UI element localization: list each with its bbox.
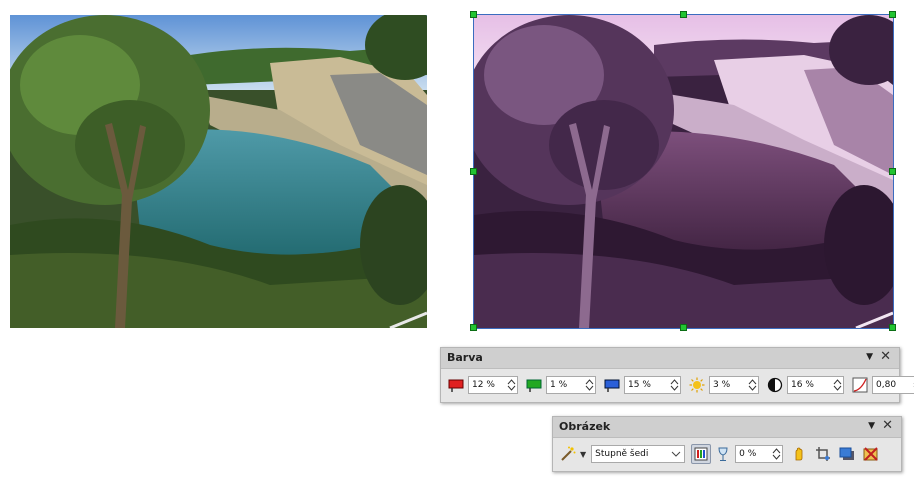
image-toolbar: Obrázek ▼ ✕ ▼ Stupně šedi 0 % <box>552 416 902 472</box>
toolbar-menu-icon[interactable]: ▼ <box>866 352 873 362</box>
filter-wand-icon[interactable] <box>559 445 577 463</box>
spin-arrows-icon[interactable] <box>771 446 782 462</box>
blue-input[interactable]: 15 % <box>624 376 681 394</box>
close-icon[interactable]: ✕ <box>880 350 891 364</box>
contrast-icon <box>766 376 784 394</box>
graphics-mode-select[interactable]: Stupně šedi <box>591 445 686 463</box>
brightness-icon <box>688 376 706 394</box>
crop-icon[interactable] <box>814 445 832 463</box>
spin-arrows-icon[interactable] <box>669 377 680 393</box>
resize-handle-top[interactable] <box>680 11 687 18</box>
color-toolbar-titlebar[interactable]: Barva ▼ ✕ <box>441 348 899 369</box>
chevron-down-icon[interactable] <box>668 451 684 457</box>
resize-handle-bottom-left[interactable] <box>470 324 477 331</box>
image-toolbar-title: Obrázek <box>559 420 611 433</box>
reset-image-icon[interactable] <box>862 445 880 463</box>
color-toolbar-title: Barva <box>447 351 483 364</box>
spin-arrows-icon[interactable] <box>506 377 517 393</box>
resize-handle-bottom[interactable] <box>680 324 687 331</box>
spin-arrows-icon[interactable] <box>832 377 843 393</box>
resize-handle-top-left[interactable] <box>470 11 477 18</box>
brightness-input[interactable]: 3 % <box>709 376 759 394</box>
filter-dropdown-icon[interactable]: ▼ <box>580 450 586 459</box>
image-toolbar-titlebar[interactable]: Obrázek ▼ ✕ <box>553 417 901 438</box>
gamma-icon <box>851 376 869 394</box>
resize-handle-left[interactable] <box>470 168 477 175</box>
resize-handle-right[interactable] <box>889 168 896 175</box>
resize-handle-bottom-right[interactable] <box>889 324 896 331</box>
color-toolbar-toggle-icon[interactable] <box>691 444 712 464</box>
crop-hand-icon[interactable] <box>790 445 808 463</box>
shadow-icon[interactable] <box>838 445 856 463</box>
contrast-input[interactable]: 16 % <box>787 376 844 394</box>
close-icon[interactable]: ✕ <box>882 419 893 433</box>
color-toolbar: Barva ▼ ✕ 12 % 1 % 15 % 3 % 16 % 0,80 <box>440 347 914 403</box>
transparency-icon <box>714 445 732 463</box>
blue-channel-icon <box>603 376 621 394</box>
transparency-input[interactable]: 0 % <box>735 445 784 463</box>
spin-arrows-icon[interactable] <box>747 377 758 393</box>
resize-handle-top-right[interactable] <box>889 11 896 18</box>
original-image[interactable] <box>10 15 427 328</box>
edited-image[interactable] <box>474 15 893 328</box>
red-input[interactable]: 12 % <box>468 376 518 394</box>
toolbar-menu-icon[interactable]: ▼ <box>868 421 875 431</box>
spin-arrows-icon[interactable] <box>584 377 595 393</box>
green-channel-icon <box>525 376 543 394</box>
gamma-input[interactable]: 0,80 <box>872 376 914 394</box>
green-input[interactable]: 1 % <box>546 376 596 394</box>
red-channel-icon <box>447 376 465 394</box>
